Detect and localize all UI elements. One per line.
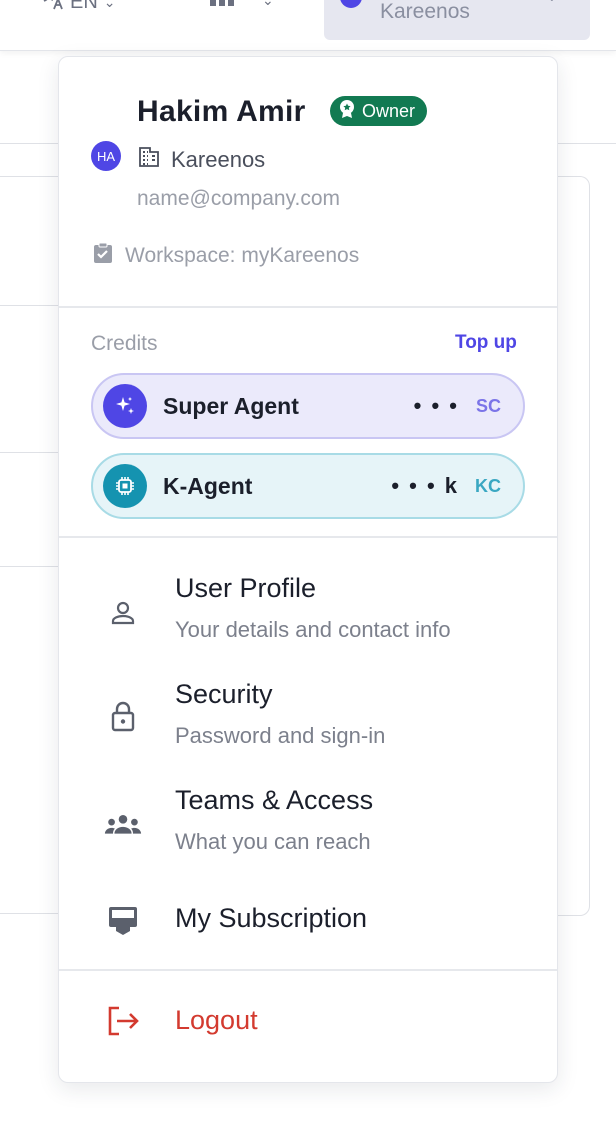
owner-badge: Owner	[330, 96, 428, 126]
credit-code: KC	[475, 475, 501, 496]
chip-icon	[103, 464, 147, 508]
tenant-avatar	[340, 0, 362, 8]
person-icon	[103, 593, 143, 633]
logout-label: Logout	[175, 1005, 258, 1035]
tenant-name: Kareenos	[380, 0, 470, 23]
credit-value: • • • k	[391, 473, 459, 498]
background-divider	[0, 452, 58, 453]
chevron-down-icon: ⌄	[103, 0, 116, 10]
credit-code: SC	[475, 395, 501, 416]
top-bar: EN ⌄ ⌄ Kareenos ⌄	[0, 0, 616, 51]
background-divider	[0, 176, 58, 177]
chevron-down-icon: ⌄	[546, 0, 558, 5]
menu-item-title: Teams & Access	[175, 785, 374, 815]
logout-button[interactable]: Logout	[59, 999, 557, 1045]
user-menu-dropdown: Hakim Amir Owner HA Kareenos name@compan…	[58, 56, 558, 1083]
background-divider	[0, 305, 58, 306]
section-divider	[59, 306, 557, 308]
menu-item-subtitle: Your details and contact info	[175, 617, 451, 642]
background-divider	[0, 566, 58, 567]
menu-item-teams-access[interactable]: Teams & Access What you can reach	[59, 781, 557, 861]
user-name: Hakim Amir	[137, 95, 306, 128]
credit-k-agent[interactable]: K-Agent • • • k KC	[91, 453, 525, 519]
tenant-selector[interactable]: Kareenos ⌄	[324, 0, 590, 40]
section-divider	[59, 536, 557, 538]
menu-item-title: Security	[175, 679, 273, 709]
credit-name: Super Agent	[163, 392, 299, 419]
clipboard-check-icon	[91, 241, 115, 271]
owner-badge-label: Owner	[362, 100, 416, 121]
organization-name: Kareenos	[171, 147, 266, 172]
sparkle-icon	[103, 384, 147, 428]
apps-grid-icon[interactable]	[210, 0, 234, 6]
menu-item-my-subscription[interactable]: My Subscription	[59, 897, 557, 943]
credit-name: K-Agent	[163, 472, 253, 499]
top-up-button[interactable]: Top up	[455, 332, 517, 354]
lock-icon	[103, 696, 143, 736]
avatar: HA	[91, 141, 121, 171]
chevron-down-icon: ⌄	[262, 0, 274, 8]
user-email: name@company.com	[137, 187, 341, 210]
workspace-row: Workspace: myKareenos	[91, 241, 359, 271]
award-icon	[338, 99, 356, 124]
group-icon	[103, 805, 143, 845]
organization-row: Kareenos	[137, 145, 265, 175]
menu-item-security[interactable]: Security Password and sign-in	[59, 675, 557, 755]
credit-value: • • •	[413, 393, 459, 418]
credits-label: Credits	[91, 332, 158, 355]
logout-icon	[103, 1001, 143, 1041]
menu-item-title: My Subscription	[175, 903, 368, 933]
translate-icon	[42, 0, 64, 16]
language-label: EN	[70, 0, 98, 13]
section-divider	[59, 969, 557, 971]
background-divider	[0, 913, 58, 914]
menu-item-title: User Profile	[175, 573, 317, 603]
background-divider	[558, 143, 616, 144]
menu-item-subtitle: Password and sign-in	[175, 723, 386, 748]
menu-item-user-profile[interactable]: User Profile Your details and contact in…	[59, 569, 557, 649]
credit-super-agent[interactable]: Super Agent • • • SC	[91, 373, 525, 439]
building-icon	[137, 145, 161, 175]
menu-item-subtitle: What you can reach	[175, 829, 371, 854]
workspace-label: Workspace: myKareenos	[125, 244, 360, 267]
card-icon	[103, 900, 143, 940]
background-divider	[0, 143, 58, 144]
language-selector[interactable]: EN ⌄	[42, 0, 116, 16]
